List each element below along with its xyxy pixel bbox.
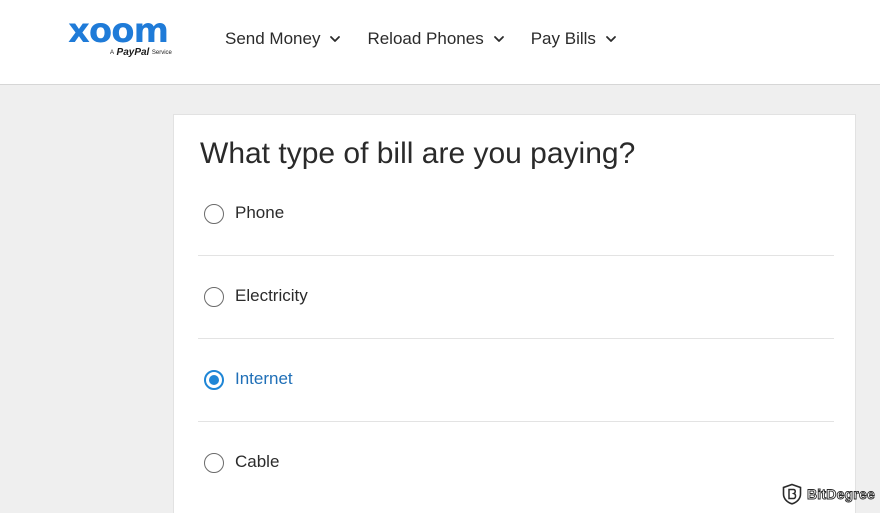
option-cable-label[interactable]: Cable	[235, 452, 279, 472]
option-cable[interactable]: Cable	[174, 440, 834, 513]
nav-send-money[interactable]: Send Money	[225, 27, 341, 51]
option-internet-label[interactable]: Internet	[235, 369, 293, 389]
radio-internet[interactable]	[204, 370, 224, 390]
option-internet[interactable]: Internet	[174, 357, 834, 440]
option-divider	[198, 338, 834, 339]
bitdegree-shield-icon	[782, 483, 802, 505]
radio-cable[interactable]	[204, 453, 224, 473]
option-phone[interactable]: Phone	[174, 191, 834, 274]
nav-pay-bills[interactable]: Pay Bills	[531, 27, 617, 51]
tagline-brand: PayPal	[116, 47, 150, 58]
chevron-down-icon	[606, 36, 616, 42]
nav-pay-bills-label: Pay Bills	[530, 29, 596, 48]
nav-reload-phones-label: Reload Phones	[367, 29, 484, 48]
bill-type-card: What type of bill are you paying? Phone …	[173, 114, 856, 513]
option-electricity-label[interactable]: Electricity	[235, 286, 308, 306]
main-nav: Send Money Reload Phones Pay Bills	[225, 27, 643, 51]
site-header: xoom A PayPal Service Send Money Reload …	[0, 0, 880, 85]
logo-tagline: A PayPal Service	[110, 47, 172, 58]
chevron-down-icon	[493, 36, 504, 42]
radio-phone[interactable]	[204, 204, 224, 224]
option-electricity[interactable]: Electricity	[174, 274, 834, 357]
option-divider	[198, 421, 834, 422]
watermark-text: BitDegree	[807, 486, 876, 503]
chevron-down-icon	[330, 36, 341, 42]
xoom-logo[interactable]: xoom A PayPal Service	[68, 14, 186, 62]
nav-send-money-label: Send Money	[225, 29, 321, 48]
tagline-suffix: Service	[151, 50, 172, 56]
nav-reload-phones[interactable]: Reload Phones	[367, 27, 504, 51]
tagline-prefix: A	[110, 50, 115, 56]
radio-electricity[interactable]	[204, 287, 224, 307]
option-phone-label[interactable]: Phone	[235, 203, 284, 223]
logo-wordmark: xoom	[68, 11, 169, 51]
bitdegree-watermark: BitDegree	[781, 482, 875, 506]
option-divider	[198, 255, 834, 256]
bill-type-question: What type of bill are you paying?	[200, 137, 636, 170]
